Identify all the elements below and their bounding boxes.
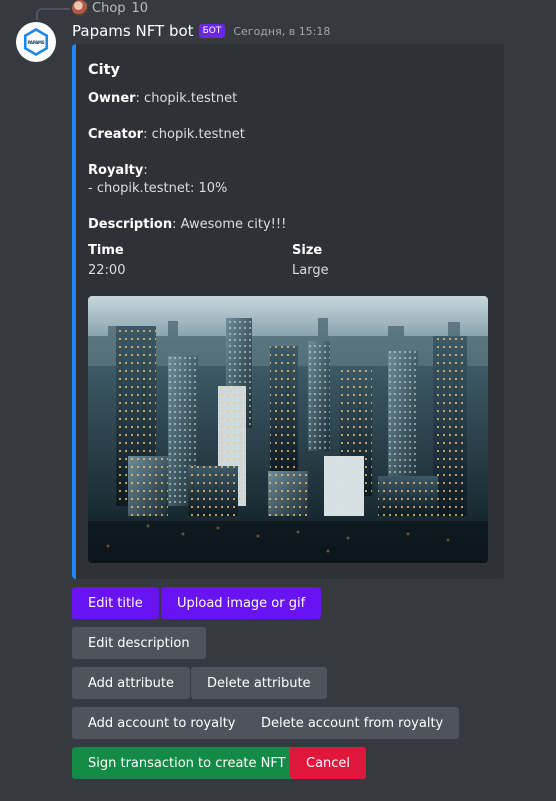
bot-avatar[interactable]: PAPAMS	[16, 22, 56, 62]
royalty-entry: - chopik.testnet: 10%	[88, 181, 228, 196]
description-value: : Awesome city!!!	[172, 217, 287, 232]
delete-account-royalty-button[interactable]: Delete account from royalty	[245, 707, 460, 739]
reply-avatar[interactable]	[72, 0, 88, 16]
nft-city-image[interactable]	[88, 296, 488, 563]
owner-field: Owner: chopik.testnet	[88, 90, 237, 108]
sign-transaction-button[interactable]: Sign transaction to create NFT	[72, 747, 302, 779]
upload-image-button[interactable]: Upload image or gif	[161, 587, 322, 619]
embed-title: City	[88, 62, 120, 78]
royalty-colon: :	[143, 163, 148, 178]
bot-username[interactable]: Papams NFT bot	[72, 22, 194, 40]
delete-attribute-button[interactable]: Delete attribute	[191, 667, 327, 699]
reply-preview[interactable]: Chop 10	[72, 0, 148, 16]
reply-content[interactable]: 10	[132, 1, 149, 16]
cancel-button[interactable]: Cancel	[290, 747, 367, 779]
add-attribute-button[interactable]: Add attribute	[72, 667, 191, 699]
time-value: 22:00	[88, 263, 126, 278]
owner-label: Owner	[88, 91, 136, 106]
time-field: Time 22:00	[88, 242, 125, 280]
royalty-field: Royalty: - chopik.testnet: 10%	[88, 162, 227, 198]
bot-badge: БОТ	[198, 24, 226, 38]
edit-description-button[interactable]: Edit description	[72, 627, 206, 659]
size-value: Large	[292, 263, 329, 278]
add-account-royalty-button[interactable]: Add account to royalty	[72, 707, 252, 739]
bot-avatar-logo: PAPAMS	[23, 28, 49, 56]
reply-username[interactable]: Chop	[92, 1, 126, 16]
message-timestamp: Сегодня, в 15:18	[233, 24, 331, 38]
creator-value: : chopik.testnet	[143, 127, 245, 142]
description-label: Description	[88, 217, 173, 232]
time-label: Time	[88, 243, 124, 258]
royalty-label: Royalty	[88, 163, 144, 178]
creator-field: Creator: chopik.testnet	[88, 126, 245, 144]
city-skyline-image	[88, 296, 488, 563]
description-field: Description: Awesome city!!!	[88, 216, 286, 234]
message-header: Papams NFT bot БОТ Сегодня, в 15:18	[72, 21, 330, 41]
creator-label: Creator	[88, 127, 144, 142]
size-field: Size Large	[292, 242, 329, 280]
owner-value: : chopik.testnet	[135, 91, 238, 106]
bot-avatar-text: PAPAMS	[26, 31, 46, 53]
reply-spine	[36, 8, 70, 20]
edit-title-button[interactable]: Edit title	[72, 587, 159, 619]
size-label: Size	[292, 243, 323, 258]
nft-embed: City Owner: chopik.testnet Creator: chop…	[72, 44, 504, 579]
